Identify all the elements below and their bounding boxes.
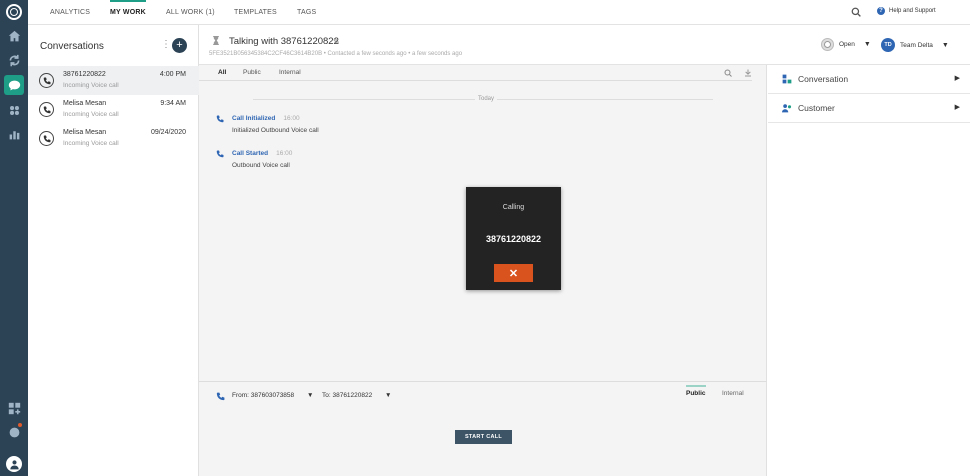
conversation-time: 9:34 AM	[160, 100, 186, 107]
nav-tab-all-work[interactable]: ALL WORK (1)	[166, 0, 215, 25]
timeline-filter-bar: All Public Internal	[199, 65, 752, 81]
conversation-item[interactable]: Melisa Mesan Incoming Voice call 09/24/2…	[28, 124, 199, 153]
phone-icon	[39, 131, 54, 146]
phone-icon	[39, 73, 54, 88]
chevron-down-icon: ▼	[941, 41, 949, 49]
nav-tab-analytics[interactable]: ANALYTICS	[50, 0, 90, 25]
more-options-icon[interactable]: ⋮	[161, 40, 171, 50]
event-description: Outbound Voice call	[232, 162, 290, 169]
conversation-subtitle: Incoming Voice call	[63, 140, 119, 147]
event-time: 16:00	[276, 150, 293, 157]
team-avatar: TD	[881, 38, 895, 52]
calling-label: Calling	[502, 204, 525, 211]
panel-item-label: Conversation	[798, 74, 849, 84]
add-conversation-button[interactable]: +	[172, 38, 187, 53]
search-icon[interactable]	[724, 69, 732, 77]
rail-reports-icon[interactable]	[4, 124, 24, 144]
conversation-time: 09/24/2020	[150, 129, 186, 136]
download-icon[interactable]	[744, 69, 752, 77]
conversation-name: Melisa Mesan	[63, 129, 107, 136]
filter-tab-all[interactable]: All	[218, 69, 226, 76]
nav-tab-my-work[interactable]: MY WORK	[110, 0, 146, 25]
hang-up-button[interactable]: ✕	[494, 264, 533, 282]
search-icon[interactable]	[851, 7, 861, 17]
panel-item-label: Customer	[798, 103, 835, 113]
rail-contacts-icon[interactable]	[4, 100, 24, 120]
rail-notifications-icon[interactable]	[4, 422, 24, 442]
event-title: Call Started 16:00	[232, 150, 292, 157]
chevron-right-icon: ▶	[954, 104, 960, 111]
close-icon: ✕	[508, 267, 519, 280]
phone-icon	[39, 102, 54, 117]
conversation-subtitle: Incoming Voice call	[63, 111, 119, 118]
event-description: Initialized Outbound Voice call	[232, 127, 319, 134]
customer-icon	[782, 104, 792, 113]
conversation-time: 4:00 PM	[159, 71, 186, 78]
calling-dialog: Calling 38761220822 ✕	[466, 187, 561, 290]
conversation-icon	[782, 74, 792, 84]
help-icon: ?	[877, 7, 885, 15]
start-call-button[interactable]: START CALL	[455, 430, 512, 444]
details-panel: Conversation ▶ Customer ▶	[768, 65, 970, 476]
status-icon	[821, 38, 834, 51]
composer-tab-public[interactable]: Public	[686, 385, 706, 397]
conversation-name: 38761220822	[63, 71, 106, 78]
conversations-title: Conversations	[40, 41, 104, 52]
day-label: Today	[475, 96, 498, 102]
user-avatar-icon[interactable]	[6, 456, 22, 472]
conversation-meta: 5FE3521B056345384C2CF46C3614B20B • Conta…	[209, 51, 463, 57]
call-event-icon	[216, 115, 224, 123]
team-dropdown[interactable]: TD Team Delta ▼	[881, 38, 949, 52]
conversation-item[interactable]: 38761220822 Incoming Voice call 4:00 PM	[28, 66, 199, 95]
nav-tab-templates[interactable]: TEMPLATES	[234, 0, 277, 25]
conversation-name: Melisa Mesan	[63, 100, 107, 107]
to-number-select[interactable]: To: 38761220822	[322, 392, 372, 399]
hourglass-icon	[213, 36, 219, 45]
top-nav: ANALYTICS MY WORK ALL WORK (1) TEMPLATES…	[28, 0, 970, 25]
panel-item-conversation[interactable]: Conversation ▶	[768, 65, 970, 94]
help-label: Help and Support	[889, 8, 936, 14]
status-label: Open	[839, 41, 855, 48]
nav-tab-tags[interactable]: TAGS	[297, 0, 316, 25]
conversation-header: Talking with 38761220822 ✎ 5FE3521B05634…	[199, 25, 970, 65]
status-dropdown[interactable]: Open ▼	[821, 38, 871, 51]
edit-pencil-icon[interactable]: ✎	[333, 37, 340, 46]
event-title: Call Initialized 16:00	[232, 115, 300, 122]
filter-tab-internal[interactable]: Internal	[279, 69, 301, 76]
chevron-down-icon[interactable]: ▼	[307, 392, 313, 399]
composer-tab-internal[interactable]: Internal	[722, 390, 744, 397]
app-rail	[0, 0, 28, 476]
call-composer: From: 387603073858 ▼ To: 38761220822 ▼ P…	[199, 381, 767, 476]
app-logo-icon[interactable]	[6, 4, 22, 20]
help-and-support-link[interactable]: ? Help and Support	[877, 7, 936, 15]
chevron-down-icon: ▼	[863, 41, 871, 48]
rail-sync-icon[interactable]	[4, 50, 24, 70]
from-number-select[interactable]: From: 387603073858	[232, 392, 294, 399]
conversations-panel: Conversations ⋮ + 38761220822 Incoming V…	[28, 25, 199, 476]
chevron-down-icon[interactable]: ▼	[385, 392, 391, 399]
event-title-text: Call Started	[232, 150, 269, 157]
conversation-item[interactable]: Melisa Mesan Incoming Voice call 9:34 AM	[28, 95, 199, 124]
phone-icon	[216, 392, 225, 401]
event-time: 16:00	[283, 115, 300, 122]
conversation-title: Talking with 38761220822	[229, 36, 339, 47]
rail-home-icon[interactable]	[4, 26, 24, 46]
notification-dot	[18, 423, 22, 427]
rail-conversations-icon[interactable]	[4, 75, 24, 95]
panel-item-customer[interactable]: Customer ▶	[768, 94, 970, 123]
rail-apps-add-icon[interactable]	[4, 398, 24, 418]
event-title-text: Call Initialized	[232, 115, 276, 122]
filter-tab-public[interactable]: Public	[243, 69, 261, 76]
chevron-right-icon: ▶	[954, 75, 960, 82]
team-name: Team Delta	[900, 41, 933, 49]
conversation-subtitle: Incoming Voice call	[63, 82, 119, 89]
calling-number: 38761220822	[485, 234, 542, 244]
call-event-icon	[216, 150, 224, 158]
